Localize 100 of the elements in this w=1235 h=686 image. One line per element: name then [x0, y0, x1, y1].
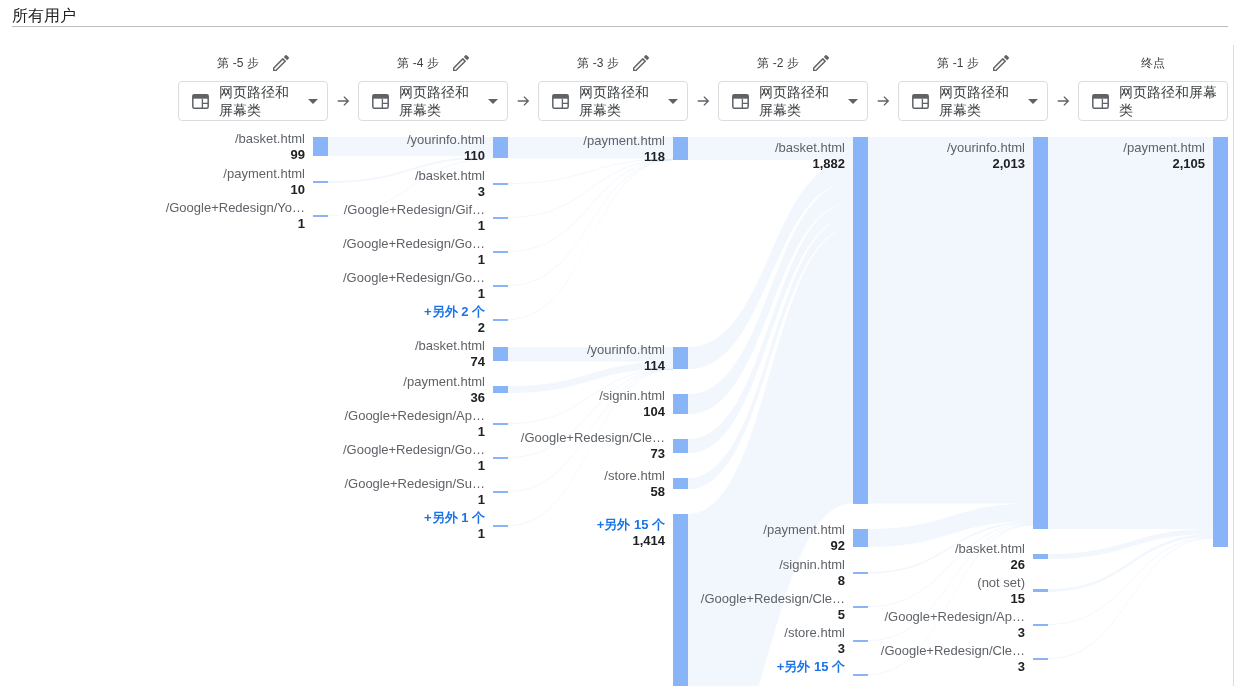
- node-bar[interactable]: [1033, 589, 1048, 592]
- page-path-label: /store.html: [604, 468, 665, 484]
- pencil-icon[interactable]: [452, 55, 469, 71]
- dimension-selector[interactable]: 网页路径和屏幕类: [178, 81, 328, 121]
- page-path-label: /signin.html: [779, 557, 845, 573]
- user-count: 1,414: [632, 533, 665, 549]
- window-icon: [192, 93, 209, 109]
- step-label: 第 -3 步: [577, 55, 619, 71]
- node-bar[interactable]: [493, 347, 508, 361]
- more-link[interactable]: +另外 15 个: [596, 517, 665, 533]
- node-bar[interactable]: [1033, 554, 1048, 559]
- node-bar[interactable]: [313, 137, 328, 156]
- more-link[interactable]: +另外 2 个: [423, 304, 485, 320]
- page-path-label: /payment.html: [1123, 140, 1205, 156]
- user-count: 1: [477, 252, 485, 268]
- user-count: 1: [477, 458, 485, 474]
- user-count: 2,105: [1172, 156, 1205, 172]
- page-path-label: /Google+Redesign/Cle…: [700, 591, 845, 607]
- step-label: 第 -5 步: [217, 55, 259, 71]
- page-path-label: /yourinfo.html: [586, 342, 665, 358]
- user-count: 73: [650, 446, 665, 462]
- user-count: 15: [1010, 591, 1025, 607]
- node-bar[interactable]: [673, 439, 688, 453]
- more-link[interactable]: +另外 1 个: [423, 510, 485, 526]
- node-bar[interactable]: [673, 347, 688, 369]
- page-path-label: /yourinfo.html: [406, 132, 485, 148]
- user-count: 26: [1010, 557, 1025, 573]
- node-bar[interactable]: [673, 137, 688, 160]
- dimension-selector[interactable]: 网页路径和屏幕类: [358, 81, 508, 121]
- window-icon: [552, 93, 569, 109]
- page-path-label: /basket.html: [234, 131, 305, 147]
- node-bar[interactable]: [1033, 137, 1048, 529]
- user-count: 99: [290, 147, 305, 163]
- pencil-icon[interactable]: [812, 55, 829, 71]
- node-bar[interactable]: [673, 478, 688, 489]
- user-count: 5: [837, 607, 845, 623]
- dimension-selector[interactable]: 网页路径和屏幕类: [538, 81, 688, 121]
- page-path-label: /yourinfo.html: [946, 140, 1025, 156]
- pencil-icon[interactable]: [992, 55, 1009, 71]
- node-bar[interactable]: [493, 137, 508, 158]
- step-label: 终点: [1141, 55, 1165, 71]
- user-count: 36: [470, 390, 485, 406]
- user-count: 1: [477, 218, 485, 234]
- node-bar[interactable]: [853, 529, 868, 547]
- user-count: 3: [477, 184, 485, 200]
- user-count: 118: [644, 149, 665, 165]
- window-icon: [732, 93, 749, 109]
- page-path-label: /signin.html: [599, 388, 665, 404]
- page-path-label: /Google+Redesign/Yo…: [165, 200, 305, 216]
- user-count: 3: [1017, 659, 1025, 675]
- step-label: 第 -2 步: [757, 55, 799, 71]
- node-bar[interactable]: [853, 137, 868, 504]
- dimension-selector[interactable]: 网页路径和屏幕类: [718, 81, 868, 121]
- user-count: 1: [477, 492, 485, 508]
- page-path-label: /Google+Redesign/Su…: [344, 476, 485, 492]
- user-count: 104: [643, 404, 665, 420]
- arrow-right-icon: [876, 94, 890, 108]
- page-path-label: /Google+Redesign/Go…: [343, 236, 485, 252]
- window-icon: [1092, 93, 1109, 109]
- page-path-label: /Google+Redesign/Cle…: [880, 643, 1025, 659]
- user-count: 3: [1017, 625, 1025, 641]
- page-path-label: /basket.html: [414, 168, 485, 184]
- page-path-label: (not set): [977, 575, 1025, 591]
- user-count: 74: [470, 354, 485, 370]
- dimension-selector[interactable]: 网页路径和屏幕类: [1078, 81, 1228, 121]
- page-path-label: /basket.html: [414, 338, 485, 354]
- node-bar[interactable]: [1213, 137, 1228, 547]
- dimension-selector[interactable]: 网页路径和屏幕类: [898, 81, 1048, 121]
- user-count: 58: [650, 484, 665, 500]
- step-label: 第 -4 步: [397, 55, 439, 71]
- arrow-right-icon: [1056, 94, 1070, 108]
- window-icon: [912, 93, 929, 109]
- page-path-label: /store.html: [784, 625, 845, 641]
- pencil-icon[interactable]: [272, 55, 289, 71]
- page-path-label: /payment.html: [763, 522, 845, 538]
- page-path-label: /Google+Redesign/Go…: [343, 442, 485, 458]
- page-path-label: /Google+Redesign/Ap…: [884, 609, 1025, 625]
- step-label: 第 -1 步: [937, 55, 979, 71]
- user-count: 92: [830, 538, 845, 554]
- user-count: 1: [477, 286, 485, 302]
- user-count: 1: [477, 424, 485, 440]
- user-count: 110: [464, 148, 485, 164]
- window-icon: [372, 93, 389, 109]
- more-link[interactable]: +另外 15 个: [776, 659, 845, 675]
- page-path-label: /Google+Redesign/Cle…: [520, 430, 665, 446]
- page-path-label: /basket.html: [774, 140, 845, 156]
- user-count: 2: [477, 320, 485, 336]
- page-path-label: /Google+Redesign/Go…: [343, 270, 485, 286]
- page-path-label: /basket.html: [954, 541, 1025, 557]
- page-path-label: /Google+Redesign/Ap…: [344, 408, 485, 424]
- page-path-label: /payment.html: [223, 166, 305, 182]
- page-path-label: /payment.html: [403, 374, 485, 390]
- user-count: 1: [297, 216, 305, 232]
- segment-title: 所有用户: [12, 6, 76, 26]
- user-count: 114: [644, 358, 665, 374]
- node-bar[interactable]: [673, 394, 688, 414]
- user-count: 2,013: [992, 156, 1025, 172]
- pencil-icon[interactable]: [632, 55, 649, 71]
- user-count: 10: [290, 182, 305, 198]
- node-bar[interactable]: [493, 386, 508, 393]
